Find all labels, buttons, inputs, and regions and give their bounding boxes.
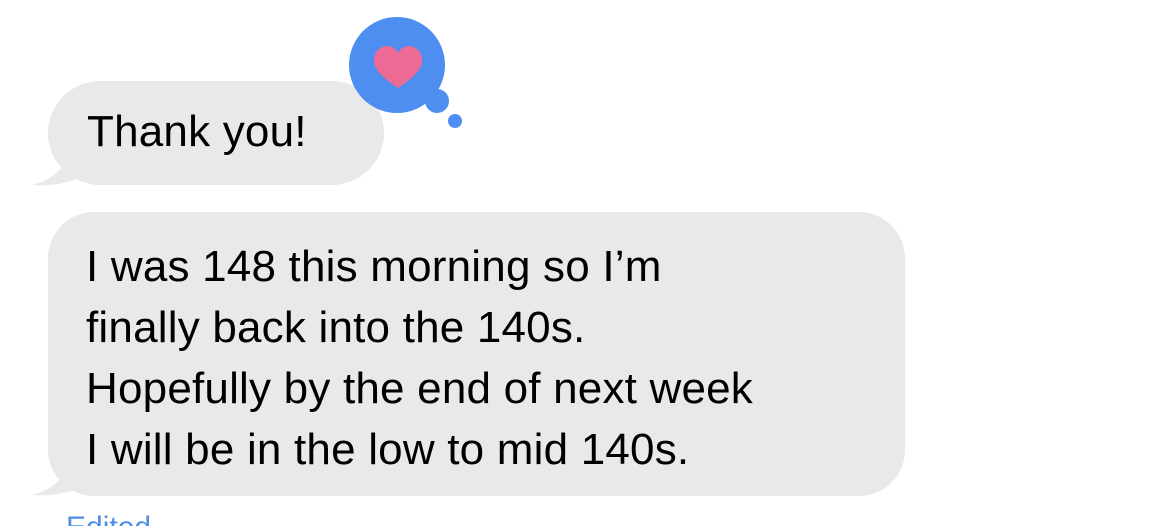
message-thread: Thank you! I was 148 this morning so I’m… [0,0,1170,526]
edited-label[interactable]: Edited [66,510,151,526]
tapback-tail-small [448,114,462,128]
tapback-reaction[interactable] [0,0,1170,526]
tapback-tail-large [425,89,449,113]
